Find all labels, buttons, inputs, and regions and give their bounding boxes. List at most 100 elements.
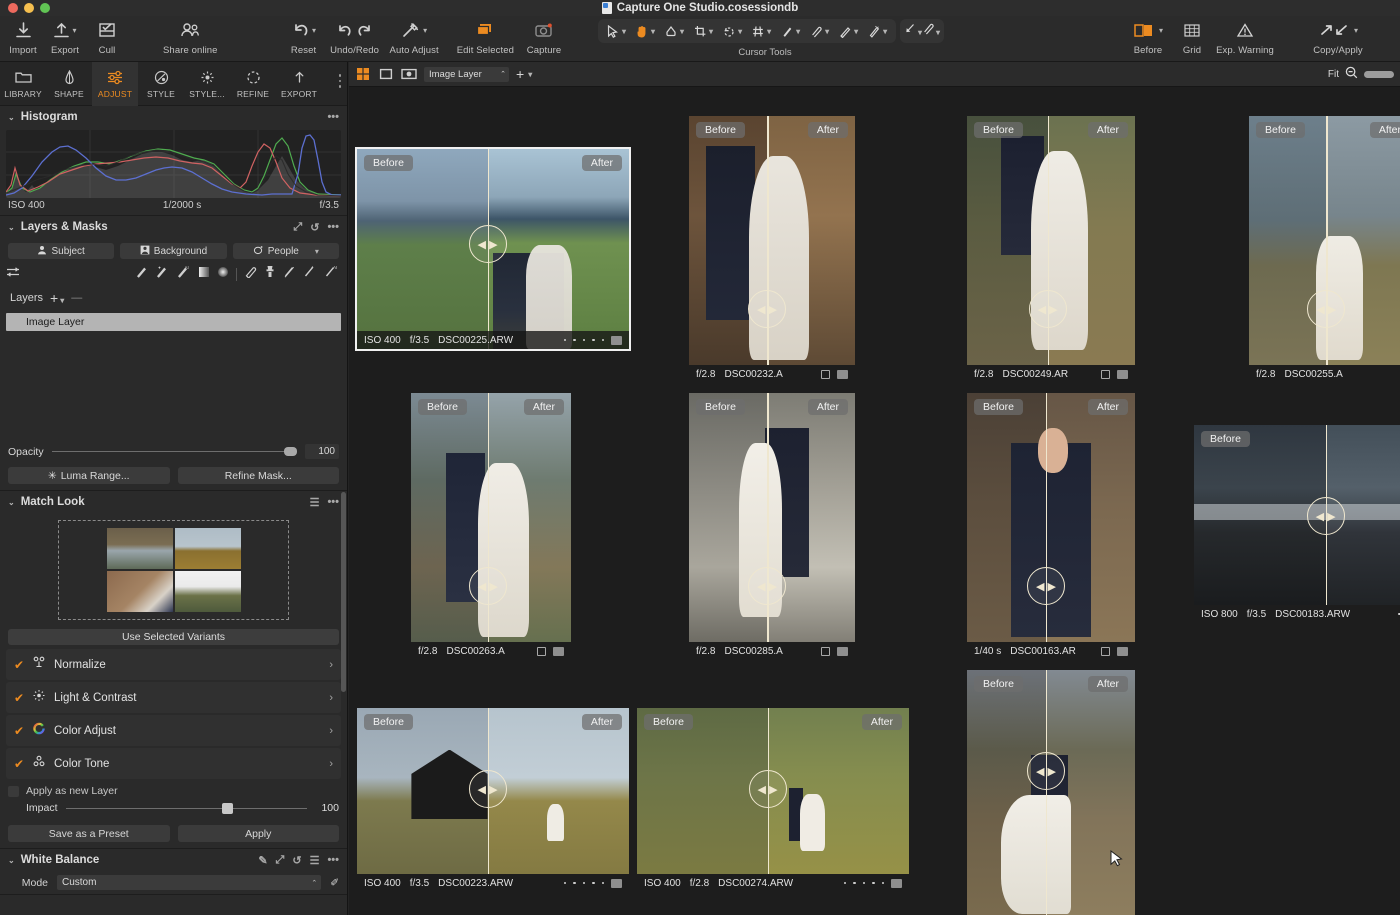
cursor-tools-group[interactable]: ▾ ▾ ▾ ▾ ▾ ▾ ▾ ▾ ▾ ▾ [598,19,897,43]
add-layer-button[interactable]: + ▾ [50,290,64,306]
refine-mask-button[interactable]: Refine Mask... [177,467,339,484]
match-look-row-color-adjust[interactable]: ✔ Color Adjust › [6,715,341,746]
sidebar-item-adjust[interactable]: ADJUST [92,62,138,106]
compare-handle[interactable]: ◀ ▶ [1028,290,1067,328]
wb-reset-icon[interactable]: ↺ [292,854,301,867]
thumb-badge-icon[interactable] [1117,646,1128,656]
cursor-tools-group-2[interactable]: ▾ ▾ [900,19,945,43]
toolbar-auto-adjust[interactable]: ▾ Auto Adjust [385,18,444,56]
thumbnail-image[interactable]: Before After ◀ ▶ [1249,116,1400,365]
zoom-slider[interactable] [1364,70,1394,78]
compare-handle[interactable]: ◀ ▶ [468,770,507,808]
thumbnail-item[interactable]: Before ◀ ▶ ISO 800 f/3.5 DSC00183.ARW [1194,425,1400,623]
layer-row-image-layer[interactable]: Image Layer [6,313,341,331]
thumbnail-image[interactable]: Before After ◀ ▶ [411,393,571,642]
toolbar-undo-redo[interactable]: Undo/Redo [325,18,385,56]
histogram-menu-icon[interactable]: ••• [327,111,339,123]
thumb-badge-icon[interactable] [837,646,848,656]
match-look-thumb[interactable] [106,571,173,612]
thumb-badge-icon[interactable] [611,335,622,345]
thumbnail-image[interactable]: Before After ◀ ▶ [967,393,1135,642]
thumbnail-image[interactable]: Before After ◀ ▶ [967,116,1135,365]
sidebar-item-shape[interactable]: SHAPE [46,62,92,106]
luma-range-button[interactable]: ✳ Luma Range... [8,467,170,484]
grid-view-icon[interactable] [355,67,371,81]
match-look-thumb[interactable] [174,528,241,569]
compare-handle[interactable]: ◀ ▶ [1026,567,1065,605]
toolbar-copy-apply[interactable]: ▾ Copy/Apply [1304,18,1372,56]
linear-gradient-icon[interactable]: ▾ [922,22,940,40]
match-look-thumb[interactable] [106,528,173,569]
ai-erase-icon[interactable]: AI [324,265,339,283]
thumbnail-image[interactable]: Before After ◀ ▶ [689,116,855,365]
white-balance-header[interactable]: ⌄ White Balance ✎ ⤢ ↺ ☰ ••• [0,849,347,871]
thumbnail-item[interactable]: Before After ◀ ▶ WUN- [967,670,1135,915]
thumb-checkbox[interactable] [1101,369,1110,379]
thumb-badge-icon[interactable] [891,878,902,888]
use-selected-variants-button[interactable]: Use Selected Variants [8,629,339,645]
chevron-right-icon[interactable]: › [329,692,333,704]
apply-button[interactable]: Apply [177,825,339,842]
match-look-dropzone[interactable] [58,520,289,620]
toolbar-share-online[interactable]: Share online [158,18,223,56]
rotate-icon[interactable]: ▾ [718,25,747,38]
checkbox-checked-icon[interactable]: ✔ [14,658,24,672]
thumb-badge-icon[interactable] [553,646,564,656]
toolbar-grid[interactable]: Grid [1174,18,1210,56]
match-look-row-color-tone[interactable]: ✔ Color Tone › [6,748,341,779]
checkbox-unchecked-icon[interactable] [8,785,19,797]
sidebar-item-library[interactable]: LIBRARY [0,62,46,106]
chevron-right-icon[interactable]: › [329,758,333,770]
pointer-icon[interactable]: ▾ [602,24,631,38]
layers-masks-action-icon[interactable]: ⤢ [293,221,302,234]
thumbnail-image[interactable]: Before After ◀ ▶ [689,393,855,642]
layers-masks-reset-icon[interactable]: ↺ [310,221,319,234]
thumb-checkbox[interactable] [1101,646,1110,656]
thumb-badge-icon[interactable] [1117,369,1128,379]
checkbox-checked-icon[interactable]: ✔ [14,757,24,771]
checkbox-checked-icon[interactable]: ✔ [14,691,24,705]
match-look-row-light-contrast[interactable]: ✔ Light & Contrast › [6,682,341,713]
layers-masks-header[interactable]: ⌄ Layers & Masks ⤢ ↺ ••• [0,216,347,238]
compare-view-icon[interactable] [401,67,417,81]
radial-gradient-icon[interactable] [217,265,229,283]
thumbnail-item[interactable]: Before After ◀ ▶ f/2.8 DSC00249.AR [967,116,1135,383]
magic-brush-icon[interactable] [155,265,169,283]
gradient-mask-icon[interactable]: ▾ [904,22,922,40]
thumbnail-item[interactable]: Before After ◀ ▶ ISO 400 f/3.5 DSC00225.… [355,147,631,351]
checkbox-checked-icon[interactable]: ✔ [14,724,24,738]
thumb-checkbox[interactable] [821,646,830,656]
compare-handle[interactable]: ◀ ▶ [1306,497,1345,535]
thumb-rating[interactable] [563,878,622,888]
toolbar-reset[interactable]: ▾ Reset [283,18,325,56]
erase-magic-icon[interactable] [303,265,317,283]
toolbar-before[interactable]: ▾ Before [1122,18,1174,56]
thumb-badge-icon[interactable] [611,878,622,888]
toolbar-export[interactable]: ▾ Export [44,18,86,56]
save-as-preset-button[interactable]: Save as a Preset [8,825,170,842]
add-layer-button[interactable]: + ▾ [516,66,532,82]
linear-gradient-icon[interactable] [198,265,210,283]
match-look-header[interactable]: ⌄ Match Look ☰ ••• [0,491,347,513]
compare-handle[interactable]: ◀ ▶ [468,225,507,263]
thumb-checkbox[interactable] [821,369,830,379]
crop-icon[interactable]: ▾ [689,25,718,38]
mask-options-icon[interactable] [6,265,20,283]
erase-mask-icon[interactable] [283,265,296,283]
wb-mode-select[interactable]: Custom ⌃ [57,875,322,890]
thumbnail-image[interactable]: Before After ◀ ▶ [637,708,909,874]
compare-handle[interactable]: ◀ ▶ [748,290,787,328]
thumbnail-item[interactable]: Before After ◀ ▶ f/2.8 DSC00263.A [411,393,571,660]
thumb-rating[interactable] [843,878,902,888]
toolbar-capture[interactable]: Capture [519,18,569,56]
thumb-checkbox[interactable] [537,646,546,656]
wb-eyedropper-icon[interactable]: ✐ [330,877,339,889]
spot-removal-icon[interactable]: ▾ [776,25,805,38]
toolbar-import[interactable]: Import [2,18,44,56]
chevron-right-icon[interactable]: › [329,659,333,671]
before-after-divider[interactable] [1045,670,1048,915]
eraser-icon[interactable]: ▾ [805,25,834,38]
mask-people-button[interactable]: People ▾ [232,243,339,259]
thumbnail-image[interactable]: Before After ◀ ▶ [967,670,1135,915]
zoom-out-icon[interactable] [1345,66,1358,82]
